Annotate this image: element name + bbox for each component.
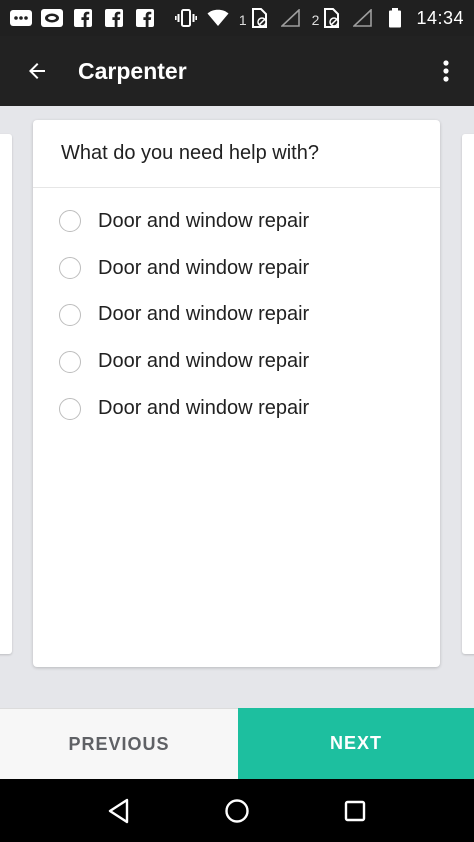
option-item[interactable]: Door and window repair: [33, 245, 440, 292]
nav-home-button[interactable]: [217, 791, 257, 831]
option-item[interactable]: Door and window repair: [33, 338, 440, 385]
app-bar: Carpenter: [0, 36, 474, 106]
facebook-icon: [103, 8, 125, 28]
option-item[interactable]: Door and window repair: [33, 292, 440, 339]
clock: 14:34: [416, 7, 464, 28]
option-label: Door and window repair: [98, 256, 310, 279]
previous-card-peek[interactable]: [0, 134, 12, 654]
sim-card-icon: [320, 8, 342, 28]
system-icons: 1 2 14:34: [174, 7, 464, 29]
back-button[interactable]: [22, 56, 52, 86]
more-vert-icon: [443, 60, 449, 82]
signal-icon: [280, 8, 302, 28]
option-label: Door and window repair: [98, 303, 310, 326]
sim-card-icon: [248, 8, 270, 28]
arrow-back-icon: [29, 63, 45, 79]
square-recents-icon: [344, 800, 366, 821]
status-bar: 1 2 14:34: [0, 0, 474, 36]
triangle-back-icon: [108, 798, 129, 823]
page-title: Carpenter: [78, 57, 187, 84]
next-label: NEXT: [329, 733, 382, 753]
sim1-signal: 1: [239, 8, 270, 28]
nav-back-button[interactable]: [99, 791, 139, 831]
question-text: What do you need help with?: [61, 142, 319, 164]
radio-button[interactable]: [59, 397, 81, 420]
facebook-icon: [134, 8, 156, 28]
vibrate-icon: [174, 8, 197, 28]
option-label: Door and window repair: [98, 350, 310, 373]
next-button[interactable]: NEXT: [238, 708, 474, 779]
question-header: What do you need help with?: [33, 120, 440, 188]
nav-recents-button[interactable]: [335, 791, 375, 831]
content-area: What do you need help with? Door and win…: [0, 106, 474, 708]
radio-button[interactable]: [59, 350, 81, 373]
circle-home-icon: [225, 798, 249, 823]
chat-bubble-icon: [41, 8, 63, 28]
previous-label: PREVIOUS: [68, 733, 170, 754]
option-item[interactable]: Door and window repair: [33, 385, 440, 432]
signal-icon: [352, 8, 374, 28]
option-item[interactable]: Door and window repair: [33, 198, 440, 245]
options-list: Door and window repair Door and window r…: [33, 188, 440, 432]
battery-icon: [384, 8, 406, 28]
sim2-label: 2: [311, 12, 320, 28]
previous-button[interactable]: PREVIOUS: [0, 708, 238, 779]
wifi-icon: [207, 8, 229, 28]
messaging-icon: [10, 8, 32, 28]
navigation-bar: [0, 779, 474, 842]
radio-button[interactable]: [59, 210, 81, 233]
option-label: Door and window repair: [98, 397, 310, 420]
radio-button[interactable]: [59, 257, 81, 280]
facebook-icon: [72, 8, 94, 28]
bottom-action-bar: PREVIOUS NEXT: [0, 708, 474, 779]
notification-icons: [10, 8, 156, 28]
option-label: Door and window repair: [98, 209, 310, 232]
next-card-peek[interactable]: [462, 134, 474, 654]
question-card: What do you need help with? Door and win…: [33, 120, 440, 667]
radio-button[interactable]: [59, 303, 81, 326]
sim2-signal: 2: [312, 8, 343, 28]
more-options-button[interactable]: [438, 56, 454, 86]
sim1-label: 1: [238, 12, 247, 28]
